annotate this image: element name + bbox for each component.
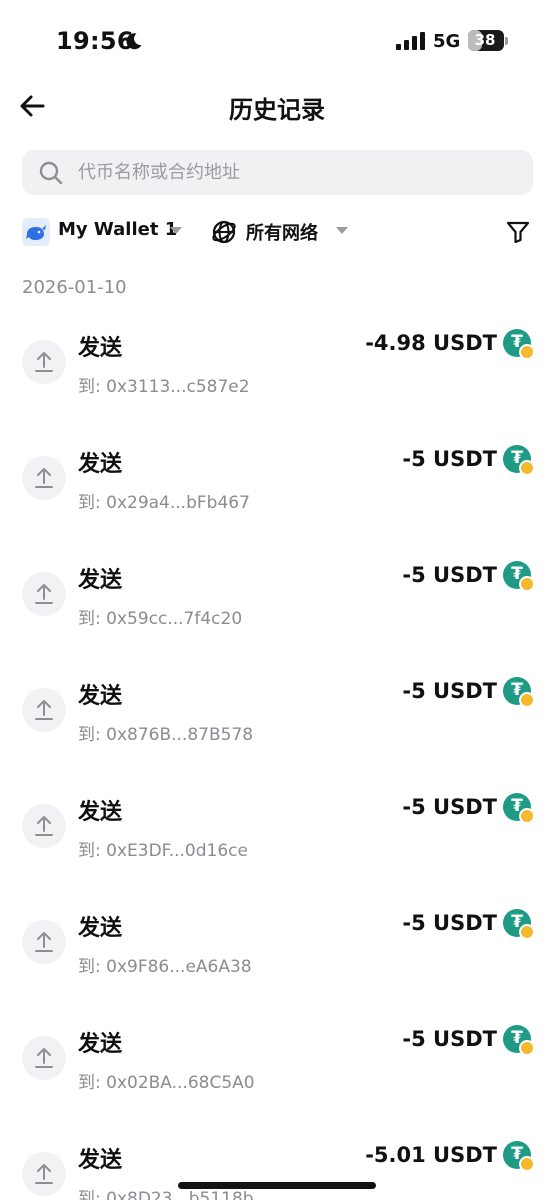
transaction-type: 发送 — [78, 568, 123, 593]
transaction-list: 发送 到: 0x3113...c587e2 -4.98 USDT ₮ 发送 到:… — [0, 314, 554, 1200]
bnb-chain-badge — [519, 1040, 535, 1056]
transaction-address: 到: 0x02BA...68C5A0 — [78, 1073, 255, 1093]
cellular-signal-icon — [396, 32, 425, 50]
transaction-row[interactable]: 发送 到: 0x29a4...bFb467 -5 USDT ₮ — [0, 430, 554, 546]
chevron-down-icon — [170, 227, 182, 234]
send-icon — [22, 688, 66, 732]
transaction-amount: -5 USDT — [402, 795, 497, 819]
usdt-token-icon: ₮ — [503, 1025, 535, 1056]
transaction-row[interactable]: 发送 到: 0xE3DF...0d16ce -5 USDT ₮ — [0, 778, 554, 894]
send-icon — [22, 340, 66, 384]
usdt-token-icon: ₮ — [503, 1141, 535, 1172]
transaction-amount: -5 USDT — [402, 679, 497, 703]
bnb-chain-badge — [519, 344, 535, 360]
back-arrow-icon[interactable] — [16, 90, 48, 122]
bnb-chain-badge — [519, 460, 535, 476]
transaction-address: 到: 0x876B...87B578 — [78, 725, 254, 745]
search-bar[interactable] — [22, 150, 533, 195]
bnb-chain-badge — [519, 692, 535, 708]
transaction-row[interactable]: 发送 到: 0x02BA...68C5A0 -5 USDT ₮ — [0, 1010, 554, 1126]
history-screen: 19:56 5G 38 历史记录 代币名称或合约地址 My Wallet 1 所… — [0, 0, 554, 1200]
send-icon — [22, 1036, 66, 1080]
battery-nub — [505, 37, 508, 45]
filter-icon[interactable] — [505, 219, 531, 245]
home-indicator — [178, 1182, 376, 1189]
bnb-chain-badge — [519, 924, 535, 940]
transaction-address: 到: 0x9F86...eA6A38 — [78, 957, 252, 977]
send-icon — [22, 572, 66, 616]
transaction-amount: -4.98 USDT — [365, 331, 497, 355]
whale-icon — [26, 225, 46, 240]
transaction-type: 发送 — [78, 452, 123, 477]
transaction-amount: -5.01 USDT — [365, 1143, 497, 1167]
wallet-avatar — [22, 218, 50, 246]
search-input[interactable] — [78, 150, 518, 195]
usdt-token-icon: ₮ — [503, 561, 535, 592]
status-bar: 19:56 5G 38 — [0, 0, 554, 84]
usdt-token-icon: ₮ — [503, 793, 535, 824]
bnb-chain-badge — [519, 1156, 535, 1172]
search-icon — [39, 161, 63, 185]
transaction-address: 到: 0x3113...c587e2 — [78, 377, 250, 397]
transaction-amount: -5 USDT — [402, 447, 497, 471]
transaction-type: 发送 — [78, 1148, 123, 1173]
usdt-token-icon: ₮ — [503, 909, 535, 940]
bnb-chain-badge — [519, 808, 535, 824]
transaction-type: 发送 — [78, 1032, 123, 1057]
transaction-amount: -5 USDT — [402, 1027, 497, 1051]
transaction-type: 发送 — [78, 336, 123, 361]
wallet-selector[interactable]: My Wallet 1 — [22, 216, 190, 248]
usdt-token-icon: ₮ — [503, 677, 535, 708]
transaction-address: 到: 0xE3DF...0d16ce — [78, 841, 248, 861]
transaction-row[interactable]: 发送 到: 0x59cc...7f4c20 -5 USDT ₮ — [0, 546, 554, 662]
transaction-amount: -5 USDT — [402, 911, 497, 935]
page-title: 历史记录 — [229, 96, 325, 124]
transaction-type: 发送 — [78, 684, 123, 709]
send-icon — [22, 920, 66, 964]
globe-icon — [212, 220, 236, 244]
transaction-amount: -5 USDT — [402, 563, 497, 587]
send-icon — [22, 456, 66, 500]
date-group-header: 2026-01-10 — [22, 277, 127, 298]
usdt-token-icon: ₮ — [503, 445, 535, 476]
chevron-down-icon — [336, 227, 348, 234]
send-icon — [22, 1152, 66, 1196]
network-type: 5G — [433, 31, 461, 52]
moon-icon — [126, 33, 142, 50]
transaction-row[interactable]: 发送 到: 0x3113...c587e2 -4.98 USDT ₮ — [0, 314, 554, 430]
status-time: 19:56 — [56, 27, 134, 55]
network-selector[interactable]: 所有网络 — [211, 216, 351, 248]
transaction-address: 到: 0x59cc...7f4c20 — [78, 609, 243, 629]
transaction-row[interactable]: 发送 到: 0x9F86...eA6A38 -5 USDT ₮ — [0, 894, 554, 1010]
transaction-address: 到: 0x29a4...bFb467 — [78, 493, 250, 513]
transaction-type: 发送 — [78, 916, 123, 941]
usdt-token-icon: ₮ — [503, 329, 535, 360]
bnb-chain-badge — [519, 576, 535, 592]
wallet-name: My Wallet 1 — [58, 219, 178, 240]
battery-percent: 38 — [474, 31, 496, 49]
send-icon — [22, 804, 66, 848]
network-filter-label: 所有网络 — [246, 223, 318, 244]
transaction-type: 发送 — [78, 800, 123, 825]
battery-icon: 38 — [468, 30, 504, 51]
transaction-row[interactable]: 发送 到: 0x876B...87B578 -5 USDT ₮ — [0, 662, 554, 778]
